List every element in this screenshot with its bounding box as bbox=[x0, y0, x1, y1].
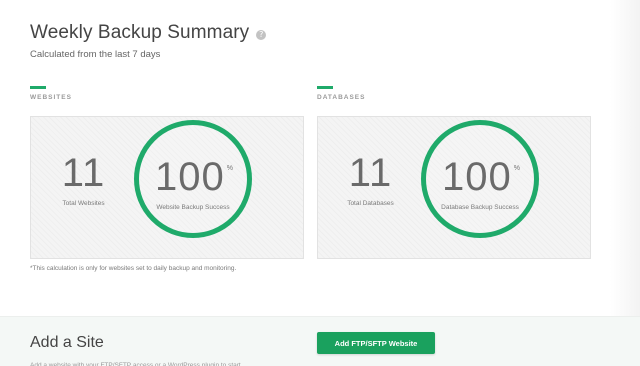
websites-count-block: 11 Total Websites bbox=[31, 117, 136, 258]
databases-stat-card: 11 Total Databases 100% Database Backup … bbox=[317, 116, 591, 259]
weekly-backup-summary-page: Weekly Backup Summary ? Calculated from … bbox=[0, 0, 640, 366]
page-title: Weekly Backup Summary bbox=[30, 22, 250, 43]
websites-accent-bar bbox=[30, 86, 46, 89]
page-subtitle: Calculated from the last 7 days bbox=[30, 49, 161, 60]
database-backup-success-value-wrap: 100% bbox=[426, 155, 534, 200]
website-backup-success-value: 100 bbox=[155, 155, 225, 199]
right-edge-shade bbox=[610, 0, 640, 366]
total-databases-label: Total Databases bbox=[347, 200, 394, 207]
total-websites-value: 11 bbox=[61, 151, 106, 195]
website-backup-success-label: Website Backup Success bbox=[156, 204, 230, 211]
summary-header: Weekly Backup Summary ? bbox=[30, 22, 267, 44]
databases-accent-bar bbox=[317, 86, 333, 89]
website-backup-success-unit: % bbox=[226, 165, 233, 172]
websites-section-label: WEBSITES bbox=[30, 94, 72, 101]
calculation-footnote: *This calculation is only for websites s… bbox=[30, 265, 237, 272]
help-icon[interactable]: ? bbox=[256, 30, 267, 40]
add-site-description: Add a website with your FTP/SFTP access … bbox=[30, 362, 241, 366]
website-backup-success-ring: 100% Website Backup Success bbox=[134, 120, 252, 238]
database-backup-success-label: Database Backup Success bbox=[441, 204, 519, 211]
add-ftp-sftp-website-button[interactable]: Add FTP/SFTP Website bbox=[317, 332, 435, 354]
total-websites-label: Total Websites bbox=[62, 200, 105, 207]
databases-section-label: DATABASES bbox=[317, 94, 366, 101]
add-site-title: Add a Site bbox=[30, 334, 104, 351]
database-backup-success-unit: % bbox=[513, 165, 520, 172]
databases-count-block: 11 Total Databases bbox=[318, 117, 423, 258]
websites-stat-card: 11 Total Websites 100% Website Backup Su… bbox=[30, 116, 304, 259]
database-backup-success-ring: 100% Database Backup Success bbox=[421, 120, 539, 238]
database-backup-success-value: 100 bbox=[442, 155, 512, 199]
website-backup-success-value-wrap: 100% bbox=[139, 155, 247, 200]
total-databases-value: 11 bbox=[348, 151, 393, 195]
